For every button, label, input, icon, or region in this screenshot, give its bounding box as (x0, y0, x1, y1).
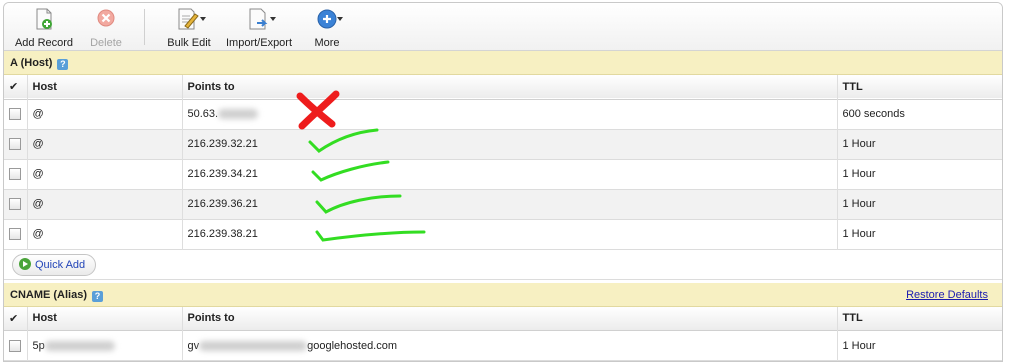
more-icon (310, 7, 344, 31)
row-checkbox[interactable] (9, 228, 21, 241)
delete-label: Delete (90, 37, 122, 49)
points-to-cell: 216.239.34.21 (182, 159, 838, 189)
delete-icon (94, 7, 118, 31)
table-header-row: ✔ Host Points to TTL (4, 306, 1002, 331)
toolbar: Add Record Delete Bulk Edit Import/Expor… (4, 3, 1002, 51)
help-icon[interactable]: ? (92, 290, 104, 302)
bulk-edit-icon (172, 7, 206, 31)
table-row[interactable]: 5p gv googlehosted.com 1 Hour (4, 330, 1002, 361)
a-host-section-title: A (Host) (10, 57, 53, 69)
host-cell: @ (27, 129, 183, 159)
cname-records-table: ✔ Host Points to TTL 5p gv googlehosted.c… (4, 306, 1002, 362)
import-export-button[interactable]: Import/Export (226, 7, 292, 49)
table-row[interactable]: @ 216.239.32.21 1 Hour (4, 129, 1002, 159)
row-checkbox[interactable] (9, 339, 21, 352)
row-checkbox[interactable] (9, 198, 21, 211)
add-record-button[interactable]: Add Record (14, 7, 74, 49)
table-row[interactable]: @ 216.239.36.21 1 Hour (4, 189, 1002, 219)
table-row[interactable]: @ 216.239.38.21 1 Hour (4, 219, 1002, 249)
delete-button[interactable]: Delete (84, 7, 128, 49)
ttl-column-header[interactable]: TTL (837, 307, 1002, 331)
ttl-cell: 1 Hour (842, 168, 876, 180)
row-checkbox[interactable] (9, 108, 21, 121)
ttl-cell: 1 Hour (842, 228, 876, 240)
bulk-edit-button[interactable]: Bulk Edit (160, 7, 218, 49)
select-all-checkmark-icon[interactable]: ✔ (4, 75, 28, 99)
points-to-cell: 50.63. (182, 99, 838, 129)
points-to-prefix: gv (187, 339, 200, 352)
points-to-cell: gv googlehosted.com (182, 330, 838, 361)
select-all-checkmark-icon[interactable]: ✔ (4, 306, 28, 331)
points-to-suffix: googlehosted.com (307, 339, 398, 352)
bulk-edit-label: Bulk Edit (167, 37, 211, 49)
cname-section-title: CNAME (Alias) (10, 288, 88, 301)
host-cell: @ (27, 189, 183, 219)
redacted-blur (44, 340, 115, 351)
quick-add-row: Quick Add (4, 250, 1002, 280)
host-cell: @ (27, 159, 183, 189)
more-label: More (314, 37, 340, 49)
ttl-cell: 600 seconds (842, 108, 905, 120)
import-export-icon (242, 7, 276, 31)
points-to-cell: 216.239.32.21 (182, 129, 838, 159)
points-to-cell: 216.239.36.21 (182, 189, 838, 219)
row-checkbox[interactable] (9, 168, 21, 181)
ttl-column-header[interactable]: TTL (837, 75, 1002, 99)
points-to-column-header[interactable]: Points to (182, 75, 838, 99)
points-to-column-header[interactable]: Points to (182, 306, 838, 331)
ttl-cell: 1 Hour (842, 198, 876, 210)
host-cell: @ (27, 219, 183, 249)
quick-add-label: Quick Add (35, 258, 86, 271)
table-row[interactable]: @ 50.63. 600 seconds (4, 99, 1002, 129)
play-arrow-icon (19, 257, 31, 270)
add-record-label: Add Record (14, 37, 74, 49)
points-to-value: 50.63. (187, 108, 219, 120)
ttl-cell: 1 Hour (842, 339, 876, 352)
import-export-label: Import/Export (226, 37, 293, 49)
table-row[interactable]: @ 216.239.34.21 1 Hour (4, 159, 1002, 189)
cname-section-header: CNAME (Alias)? Restore Defaults (4, 282, 1002, 307)
redacted-blur (199, 340, 308, 351)
more-button[interactable]: More (306, 7, 348, 49)
host-cell: @ (27, 99, 183, 129)
a-records-table: ✔ Host Points to TTL @ 50.63. 600 second… (4, 75, 1002, 250)
dns-manager-panel: Add Record Delete Bulk Edit Import/Expor… (3, 2, 1003, 362)
redacted-blur (218, 109, 259, 120)
a-host-section-header: A (Host)? (4, 51, 1002, 75)
help-icon[interactable]: ? (57, 59, 69, 70)
restore-defaults-link[interactable]: Restore Defaults (906, 283, 988, 307)
toolbar-divider (144, 9, 145, 45)
table-header-row: ✔ Host Points to TTL (4, 75, 1002, 99)
add-record-icon (32, 7, 56, 31)
host-column-header[interactable]: Host (27, 306, 183, 331)
row-checkbox[interactable] (9, 138, 21, 151)
points-to-cell: 216.239.38.21 (182, 219, 838, 249)
host-column-header[interactable]: Host (27, 75, 183, 99)
quick-add-button[interactable]: Quick Add (12, 253, 97, 276)
ttl-cell: 1 Hour (842, 138, 876, 150)
host-value: 5p (32, 339, 45, 352)
host-cell: 5p (27, 330, 183, 361)
